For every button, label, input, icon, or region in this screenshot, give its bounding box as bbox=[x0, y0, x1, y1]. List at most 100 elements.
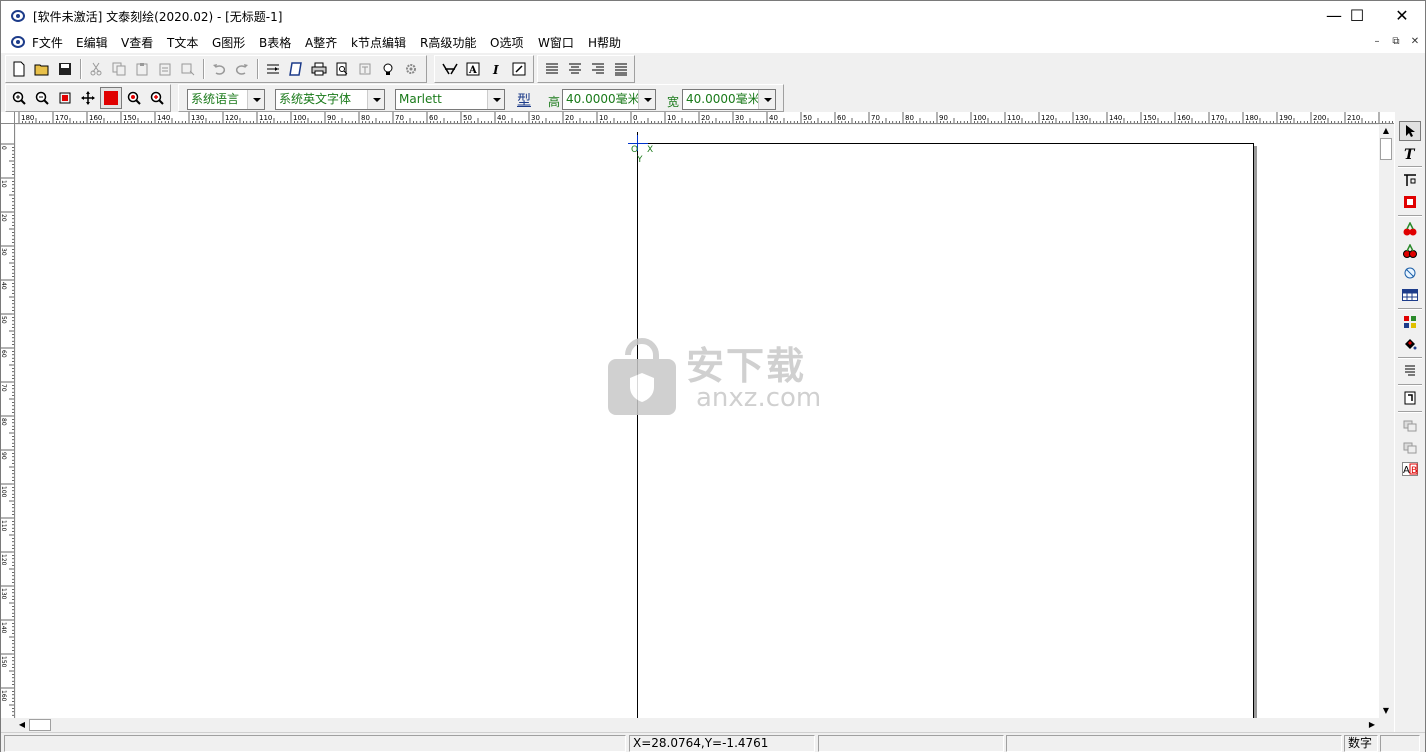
layer-copy-icon[interactable] bbox=[1399, 437, 1421, 457]
rectangle-tool-icon[interactable] bbox=[1399, 192, 1421, 212]
font-style-button[interactable]: 型 bbox=[517, 90, 531, 110]
text-compare-icon[interactable]: AB bbox=[1399, 459, 1421, 479]
menu-text[interactable]: T文本 bbox=[167, 34, 198, 51]
copy-icon[interactable] bbox=[108, 58, 130, 80]
scroll-up-arrow-icon[interactable]: ▲ bbox=[1379, 124, 1393, 138]
italic-icon[interactable]: I bbox=[485, 58, 507, 80]
paste-special-icon[interactable] bbox=[154, 58, 176, 80]
color-palette-icon[interactable] bbox=[1399, 312, 1421, 332]
menu-graphics[interactable]: G图形 bbox=[212, 34, 245, 51]
width-input[interactable]: 40.0000毫米 bbox=[682, 89, 776, 110]
menu-node-edit[interactable]: k节点编辑 bbox=[351, 34, 406, 51]
ruler-label: 50 bbox=[463, 114, 472, 122]
print-icon[interactable] bbox=[308, 58, 330, 80]
text-fit-icon[interactable] bbox=[439, 58, 461, 80]
text-edit-icon[interactable] bbox=[508, 58, 530, 80]
format-painter-icon[interactable] bbox=[177, 58, 199, 80]
zoom-selection-icon[interactable] bbox=[123, 87, 145, 109]
status-panel-2 bbox=[818, 735, 1004, 752]
tips-lightbulb-icon[interactable] bbox=[377, 58, 399, 80]
node-edit-icon[interactable] bbox=[1399, 170, 1421, 190]
window-title: [软件未激活] 文泰刻绘(2020.02) - [无标题-1] bbox=[33, 10, 283, 24]
menu-help[interactable]: H帮助 bbox=[588, 34, 621, 51]
table-tool-icon[interactable] bbox=[1399, 285, 1421, 305]
horizontal-scrollbar[interactable]: ◀ ▶ bbox=[15, 718, 1379, 732]
outline-color-icon[interactable] bbox=[1399, 241, 1421, 261]
shape-tool-icon[interactable] bbox=[1399, 263, 1421, 283]
select-arrow-icon[interactable] bbox=[1399, 121, 1421, 141]
scroll-down-arrow-icon[interactable]: ▼ bbox=[1379, 704, 1393, 718]
output-icon[interactable] bbox=[354, 58, 376, 80]
align-right-icon[interactable] bbox=[587, 58, 609, 80]
chevron-down-icon[interactable] bbox=[487, 90, 504, 109]
print-preview-icon[interactable] bbox=[331, 58, 353, 80]
ruler-label: 10 bbox=[1, 180, 7, 188]
horizontal-ruler[interactable]: 180 170 160 150 140 130 120 110 100 90 80 70 60 50 40 3… bbox=[15, 112, 1395, 124]
layer-tool-icon[interactable] bbox=[1399, 415, 1421, 435]
ruler-label: 70 bbox=[395, 114, 404, 122]
horizontal-scroll-thumb[interactable] bbox=[29, 719, 51, 731]
paste-icon[interactable] bbox=[131, 58, 153, 80]
maximize-button[interactable]: ☐ bbox=[1334, 1, 1380, 31]
vertical-ruler[interactable]: 0 10 20 30 40 50 60 70 80 90 100 110 120 130 140 150 160… bbox=[1, 124, 15, 718]
menu-window[interactable]: W窗口 bbox=[538, 34, 574, 51]
chevron-down-icon[interactable] bbox=[247, 90, 264, 109]
redo-icon[interactable] bbox=[231, 58, 253, 80]
font-select[interactable]: Marlett bbox=[395, 89, 505, 110]
height-input[interactable]: 40.0000毫米 bbox=[562, 89, 656, 110]
language-select[interactable]: 系统语言 bbox=[187, 89, 265, 110]
close-button[interactable]: ✕ bbox=[1379, 1, 1425, 31]
zoom-all-icon[interactable] bbox=[146, 87, 168, 109]
chevron-down-icon[interactable] bbox=[758, 90, 775, 109]
page-setup-icon[interactable] bbox=[285, 58, 307, 80]
vertical-scroll-thumb[interactable] bbox=[1380, 138, 1392, 160]
mdi-close-button[interactable]: ✕ bbox=[1407, 34, 1423, 50]
zoom-page-icon[interactable] bbox=[54, 87, 76, 109]
save-button[interactable] bbox=[54, 58, 76, 80]
document-icon[interactable] bbox=[11, 35, 25, 49]
page-boundary bbox=[637, 143, 1254, 718]
paint-bucket-icon[interactable] bbox=[1399, 334, 1421, 354]
text-tool-icon[interactable]: T bbox=[1399, 143, 1421, 163]
menu-align[interactable]: A整齐 bbox=[305, 34, 337, 51]
cut-icon[interactable] bbox=[85, 58, 107, 80]
text-frame-icon[interactable]: A bbox=[462, 58, 484, 80]
chevron-down-icon[interactable] bbox=[367, 90, 384, 109]
vertical-ruler-scale: 0 10 20 30 40 50 60 70 80 90 100 110 120 130 140 150 160… bbox=[1, 143, 14, 716]
app-window: [软件未激活] 文泰刻绘(2020.02) - [无标题-1] — ☐ ✕ F文… bbox=[0, 0, 1426, 752]
menu-file[interactable]: F文件 bbox=[32, 34, 63, 51]
mdi-restore-button[interactable]: ⧉ bbox=[1388, 34, 1404, 50]
align-left-icon[interactable] bbox=[541, 58, 563, 80]
align-justify-icon[interactable] bbox=[610, 58, 632, 80]
align-center-icon[interactable] bbox=[564, 58, 586, 80]
open-folder-button[interactable] bbox=[31, 58, 53, 80]
pan-move-icon[interactable] bbox=[77, 87, 99, 109]
paragraph-icon[interactable] bbox=[1399, 361, 1421, 381]
fill-color-icon[interactable] bbox=[1399, 219, 1421, 239]
height-label: 高 bbox=[548, 95, 561, 109]
new-file-button[interactable] bbox=[8, 58, 30, 80]
page-tool-icon[interactable] bbox=[1399, 388, 1421, 408]
undo-icon[interactable] bbox=[208, 58, 230, 80]
mdi-minimize-button[interactable]: – bbox=[1369, 34, 1385, 50]
font-value: Marlett bbox=[399, 92, 442, 106]
vertical-scrollbar[interactable]: ▲ ▼ bbox=[1379, 124, 1393, 718]
import-icon[interactable] bbox=[262, 58, 284, 80]
settings-gear-icon[interactable] bbox=[400, 58, 422, 80]
scroll-right-arrow-icon[interactable]: ▶ bbox=[1365, 718, 1379, 732]
menu-view[interactable]: V查看 bbox=[121, 34, 153, 51]
svg-text:A: A bbox=[468, 65, 477, 76]
ruler-label: 40 bbox=[497, 114, 506, 122]
menu-edit[interactable]: E编辑 bbox=[76, 34, 108, 51]
menu-table[interactable]: B表格 bbox=[259, 34, 291, 51]
ruler-label: 150 bbox=[1143, 114, 1156, 122]
chevron-down-icon[interactable] bbox=[638, 90, 655, 109]
drawing-canvas[interactable]: O X Y 安下载 anxz.com bbox=[16, 125, 1379, 718]
scroll-left-arrow-icon[interactable]: ◀ bbox=[15, 718, 29, 732]
color-select-button[interactable] bbox=[100, 87, 122, 109]
zoom-in-icon[interactable] bbox=[8, 87, 30, 109]
menu-options[interactable]: O选项 bbox=[490, 34, 523, 51]
menu-advanced[interactable]: R高级功能 bbox=[420, 34, 476, 51]
zoom-out-icon[interactable] bbox=[31, 87, 53, 109]
english-font-select[interactable]: 系统英文字体 bbox=[275, 89, 385, 110]
